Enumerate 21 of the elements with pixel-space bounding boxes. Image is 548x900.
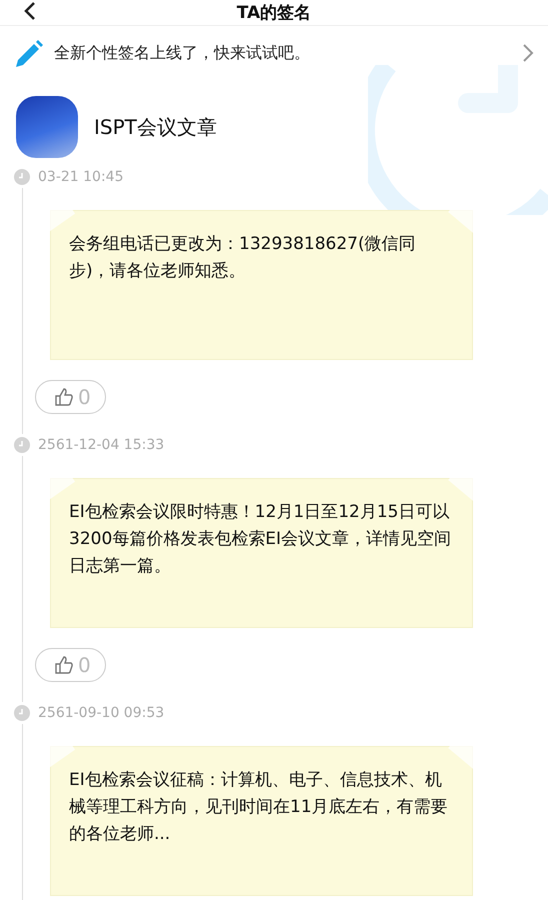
post-time: 03-21 10:45: [38, 169, 124, 185]
post-text: EI包检索会议征稿：计算机、电子、信息技术、机械等理工科方向，见刊时间在11月底左右，有需要的各位老师...: [69, 769, 449, 846]
post-time: 2561-12-04 15:33: [38, 437, 164, 453]
page-title: TA的签名: [236, 2, 312, 24]
thumbs-up-icon: [54, 387, 74, 407]
signature-banner[interactable]: 全新个性签名上线了，快来试试吧。: [0, 26, 548, 80]
pencil-icon: [14, 38, 44, 68]
thumbs-up-icon: [54, 655, 74, 675]
post-text: EI包检索会议限时特惠！12月1日至12月15日可以3200每篇价格发表包检索EI会议文章，详情见空间日志第一篇。: [69, 501, 452, 578]
banner-text: 全新个性签名上线了，快来试试吧。: [54, 42, 311, 64]
clock-icon: [14, 169, 30, 185]
avatar-photo-placeholder: [16, 96, 78, 158]
like-button[interactable]: 0: [35, 648, 106, 682]
back-icon[interactable]: [24, 2, 36, 20]
post-time: 2561-09-10 09:53: [38, 705, 164, 721]
clock-icon: [14, 705, 30, 721]
post-text: 会务组电话已更改为：13293818627(微信同步)，请各位老师知悉。: [69, 233, 417, 283]
chevron-right-icon: [522, 43, 534, 63]
profile-name: ISPT会议文章: [94, 114, 217, 140]
clock-icon: [14, 437, 30, 453]
like-button[interactable]: 0: [35, 380, 106, 414]
